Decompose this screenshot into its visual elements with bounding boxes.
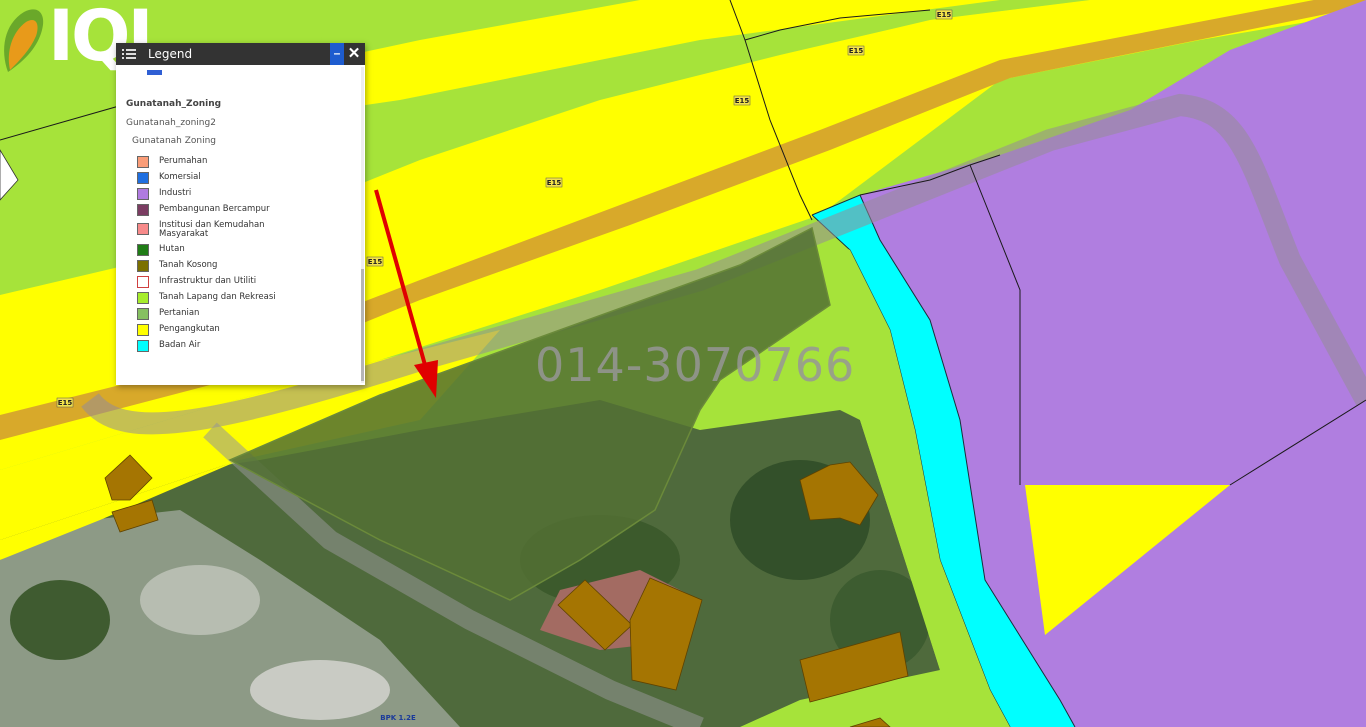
close-icon[interactable]: ✕ <box>347 45 361 63</box>
minimize-icon[interactable]: – <box>330 43 344 65</box>
legend-item-label: Infrastruktur dan Utiliti <box>159 276 257 286</box>
legend-item-label: Pembangunan Bercampur <box>159 204 270 214</box>
legend-item-label: Hutan <box>159 244 185 254</box>
legend-swatch <box>137 340 149 352</box>
legend-swatch <box>137 276 149 288</box>
road-label-e15-f: E15 <box>56 397 74 408</box>
legend-swatch <box>137 172 149 184</box>
legend-swatch <box>137 188 149 200</box>
legend-layer-name: Gunatanah_Zoning <box>126 99 222 109</box>
svg-text:E15: E15 <box>368 258 383 266</box>
legend-panel: Legend – ✕ Gunatanah_Zoning Gunatanah_zo… <box>116 43 365 385</box>
legend-swatch <box>137 308 149 320</box>
legend-subsublayer: Gunatanah Zoning <box>132 136 217 146</box>
svg-text:E15: E15 <box>849 47 864 55</box>
legend-item-label: Komersial <box>159 172 201 182</box>
iqi-logo: IQI <box>0 0 154 80</box>
legend-item-label: Pengangkutan <box>159 324 220 334</box>
road-label-bottom: BPK 1.2E <box>380 714 416 722</box>
legend-swatch <box>137 324 149 336</box>
legend-swatch <box>137 156 149 168</box>
road-label-e15-d: E15 <box>545 177 563 188</box>
legend-item-label: Pertanian <box>159 308 200 318</box>
legend-body[interactable]: Gunatanah_Zoning Gunatanah_zoning2 Gunat… <box>116 65 365 385</box>
legend-item-label: Tanah Kosong <box>159 260 218 270</box>
legend-title: Legend <box>148 47 193 61</box>
legend-item-label: Industri <box>159 188 192 198</box>
legend-header: Legend – ✕ <box>116 43 365 65</box>
layer-color-chip <box>147 70 162 75</box>
legend-item-label: Badan Air <box>159 340 201 350</box>
road-label-e15-c: E15 <box>733 95 751 106</box>
legend-sublayer: Gunatanah_zoning2 <box>126 118 216 128</box>
legend-scrollbar-thumb[interactable] <box>361 269 364 381</box>
legend-item-label: Institusi dan Kemudahan Masyarakat <box>159 220 265 239</box>
road-label-e15-a: E15 <box>935 9 953 20</box>
legend-item-label: Tanah Lapang dan Rekreasi <box>159 292 276 302</box>
svg-text:E15: E15 <box>547 179 562 187</box>
svg-text:E15: E15 <box>735 97 750 105</box>
svg-text:E15: E15 <box>937 11 952 19</box>
phone-watermark: 014-3070766 <box>535 338 856 392</box>
road-label-e15-b: E15 <box>847 45 865 56</box>
legend-swatch <box>137 260 149 272</box>
svg-text:E15: E15 <box>58 399 73 407</box>
legend-swatch <box>137 292 149 304</box>
legend-scrollbar[interactable] <box>361 67 364 383</box>
legend-swatch <box>137 223 149 235</box>
legend-item-label: Perumahan <box>159 156 208 166</box>
road-label-e15-e: E15 <box>366 256 384 267</box>
legend-swatch <box>137 204 149 216</box>
legend-swatch <box>137 244 149 256</box>
list-icon <box>122 49 136 59</box>
logo-leaf-icon <box>4 9 44 72</box>
